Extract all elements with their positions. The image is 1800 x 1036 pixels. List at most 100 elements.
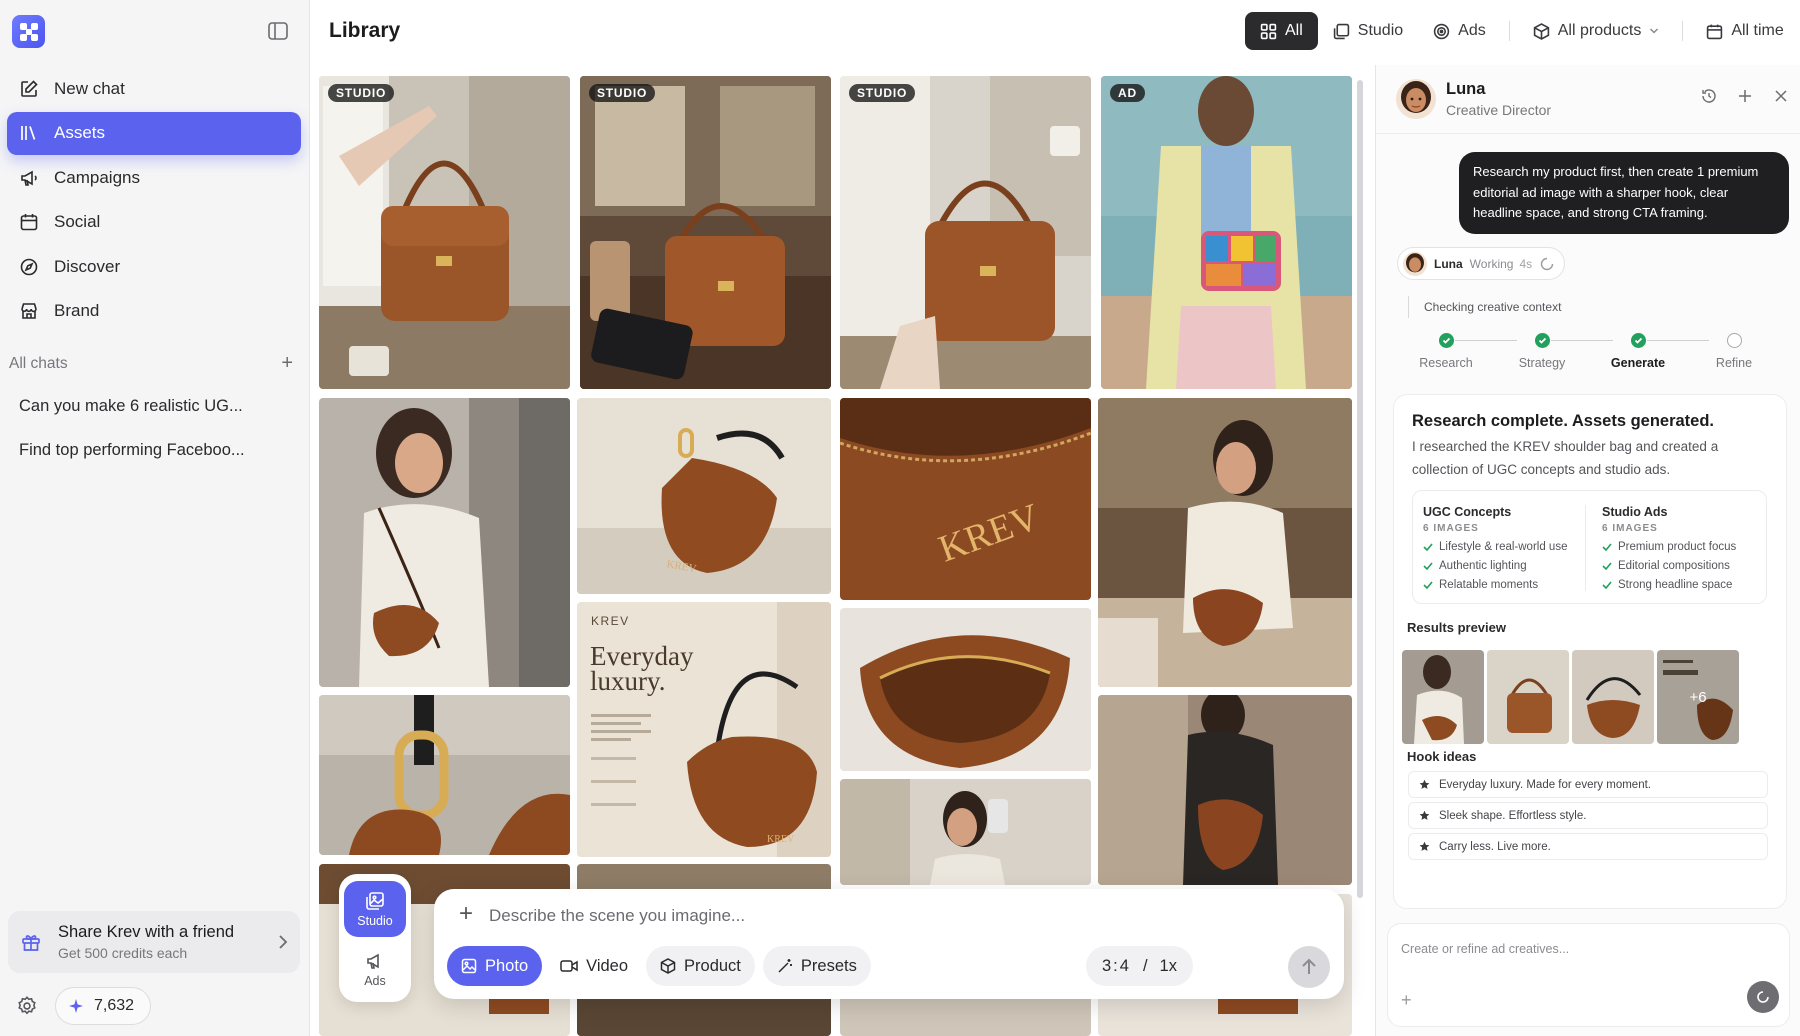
asset-tile[interactable] bbox=[840, 779, 1091, 885]
new-chat-plus-icon[interactable]: + bbox=[281, 352, 293, 375]
agent-panel: Luna Creative Director Research my produ… bbox=[1375, 65, 1800, 1036]
send-button[interactable] bbox=[1288, 946, 1330, 988]
library-icon bbox=[21, 126, 36, 140]
asset-tile[interactable] bbox=[840, 608, 1091, 771]
hook-ideas-label: Hook ideas bbox=[1407, 749, 1477, 764]
check-circle-icon bbox=[1534, 333, 1550, 348]
checkmark-icon bbox=[1602, 562, 1612, 570]
prompt-input[interactable]: Describe the scene you imagine... bbox=[489, 906, 745, 926]
asset-tile[interactable]: KREV bbox=[840, 398, 1091, 600]
agent-role: Creative Director bbox=[1446, 102, 1552, 118]
aspect-ratio-selector[interactable]: 3:4 / 1x bbox=[1086, 946, 1193, 986]
share-referral-card[interactable]: Share Krev with a friend Get 500 credits… bbox=[8, 911, 300, 973]
step-label: Refine bbox=[1715, 356, 1753, 370]
hook-idea[interactable]: Everyday luxury. Made for every moment. bbox=[1408, 771, 1768, 798]
filter-all-label: All bbox=[1285, 22, 1303, 39]
grid-scrollbar[interactable] bbox=[1357, 80, 1363, 898]
filter-all[interactable]: All bbox=[1245, 12, 1318, 50]
agent-send-button[interactable] bbox=[1747, 981, 1779, 1013]
filter-products-dropdown[interactable]: All products bbox=[1518, 12, 1675, 50]
step-label: Research bbox=[1419, 356, 1473, 370]
asset-image bbox=[840, 779, 1091, 885]
agent-attach-plus-icon[interactable]: + bbox=[1401, 990, 1412, 1011]
asset-tile[interactable]: KREV bbox=[577, 398, 831, 594]
poster-brand: KREV bbox=[591, 614, 630, 628]
asset-tile[interactable] bbox=[1098, 695, 1352, 885]
ugc-count: 6 IMAGES bbox=[1423, 523, 1479, 534]
asset-tile[interactable] bbox=[319, 398, 570, 687]
add-attachment-button[interactable]: + bbox=[454, 902, 478, 927]
presets-chip[interactable]: Presets bbox=[762, 946, 871, 986]
asset-tile[interactable] bbox=[319, 695, 570, 855]
asset-image bbox=[319, 398, 570, 687]
collapse-sidebar-button[interactable] bbox=[264, 18, 292, 44]
history-button[interactable] bbox=[1700, 87, 1718, 105]
product-chip[interactable]: Product bbox=[646, 946, 755, 986]
step-research: Research bbox=[1406, 333, 1486, 370]
credits-badge[interactable]: 7,632 bbox=[55, 987, 152, 1025]
box-icon bbox=[660, 958, 676, 974]
mode-ads-button[interactable]: Ads bbox=[344, 942, 406, 996]
nav-discover[interactable]: Discover bbox=[7, 245, 301, 288]
krev-logo[interactable] bbox=[12, 15, 45, 48]
user-message: Research my product first, then create 1… bbox=[1459, 152, 1789, 234]
filter-studio[interactable]: Studio bbox=[1318, 12, 1418, 50]
step-refine: Refine bbox=[1694, 333, 1774, 370]
column-divider bbox=[1585, 505, 1586, 591]
filter-divider bbox=[1682, 21, 1684, 41]
plus-icon bbox=[1739, 90, 1751, 102]
close-panel-button[interactable] bbox=[1772, 87, 1790, 105]
chat-history-item[interactable]: Can you make 6 realistic UG... bbox=[19, 397, 269, 416]
preview-thumb[interactable] bbox=[1572, 650, 1654, 744]
step-strategy: Strategy bbox=[1502, 333, 1582, 370]
step-label: Generate bbox=[1610, 356, 1666, 370]
asset-type-badge: STUDIO bbox=[328, 84, 395, 102]
asset-image bbox=[1098, 398, 1352, 687]
studio-item: Premium product focus bbox=[1602, 541, 1736, 553]
video-chip[interactable]: Video bbox=[550, 946, 638, 986]
asset-tile[interactable]: STUDIO bbox=[580, 76, 831, 389]
mode-studio-button[interactable]: Studio bbox=[344, 881, 406, 937]
filter-ads[interactable]: Ads bbox=[1418, 12, 1501, 50]
asset-tile[interactable]: STUDIO bbox=[319, 76, 570, 389]
agent-input[interactable]: Create or refine ad creatives... bbox=[1401, 942, 1569, 956]
loading-spinner-icon bbox=[1757, 991, 1769, 1003]
nav-social[interactable]: Social bbox=[7, 201, 301, 244]
store-icon bbox=[21, 303, 37, 319]
preview-thumb[interactable] bbox=[1402, 650, 1484, 744]
asset-image bbox=[1098, 695, 1352, 885]
asset-image bbox=[840, 608, 1091, 771]
result-card: Research complete. Assets generated. I r… bbox=[1393, 394, 1787, 909]
asset-tile[interactable] bbox=[1098, 398, 1352, 687]
nav-new-chat[interactable]: New chat bbox=[7, 67, 301, 110]
gear-icon bbox=[18, 996, 36, 1015]
checkmark-icon bbox=[1602, 543, 1612, 551]
agent-status-avatar bbox=[1403, 251, 1427, 276]
mode-studio-label: Studio bbox=[357, 913, 393, 928]
photo-chip[interactable]: Photo bbox=[447, 946, 543, 986]
chat-history-item[interactable]: Find top performing Faceboo... bbox=[19, 441, 269, 460]
hook-text: Sleek shape. Effortless style. bbox=[1439, 809, 1587, 822]
hook-idea[interactable]: Carry less. Live more. bbox=[1408, 833, 1768, 860]
sparkle-icon bbox=[69, 999, 83, 1013]
filter-time-dropdown[interactable]: All time bbox=[1691, 12, 1798, 50]
loading-spinner-icon bbox=[1540, 257, 1554, 270]
product-label: Product bbox=[684, 956, 741, 975]
nav-brand[interactable]: Brand bbox=[7, 290, 301, 333]
video-camera-icon bbox=[560, 960, 578, 972]
agent-input-box: Create or refine ad creatives... + bbox=[1387, 923, 1790, 1027]
preview-thumb[interactable] bbox=[1487, 650, 1569, 744]
settings-button[interactable] bbox=[16, 995, 40, 1019]
asset-image bbox=[319, 76, 570, 389]
asset-tile[interactable]: STUDIO bbox=[840, 76, 1091, 389]
mode-switcher: Studio Ads bbox=[339, 874, 411, 1002]
new-thread-button[interactable] bbox=[1736, 87, 1754, 105]
nav-assets[interactable]: Assets bbox=[7, 111, 301, 155]
nav-campaigns[interactable]: Campaigns bbox=[7, 156, 301, 199]
poster-ad-tile[interactable]: KREV Everyday luxury. KREV bbox=[577, 602, 831, 857]
asset-tile[interactable]: AD bbox=[1101, 76, 1352, 389]
status-time: 4s bbox=[1519, 256, 1533, 271]
magic-wand-icon bbox=[778, 959, 792, 973]
hook-idea[interactable]: Sleek shape. Effortless style. bbox=[1408, 802, 1768, 829]
preview-thumb-more[interactable]: +6 bbox=[1657, 650, 1739, 744]
